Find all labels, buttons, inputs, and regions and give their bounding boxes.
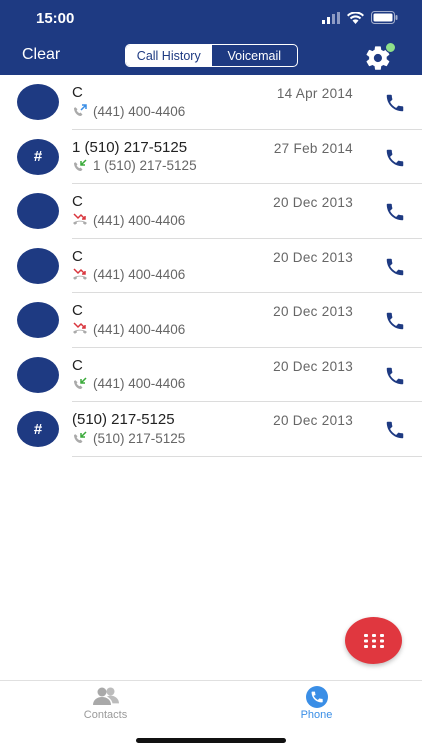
contact-name: C [72,84,83,101]
app-header: 15:00 Clear Call History Voicemail [0,0,422,75]
wifi-icon [347,11,364,24]
incoming-call-icon [74,158,87,171]
incoming-call-icon [74,376,87,389]
call-date: 20 Dec 2013 [273,413,353,428]
phone-number: (441) 400-4406 [93,321,186,337]
status-time: 15:00 [36,10,75,27]
call-date: 20 Dec 2013 [273,358,353,374]
phone-icon[interactable] [384,256,406,278]
call-detail: (441) 400-4406 [72,211,185,229]
phone-icon[interactable] [384,365,406,387]
avatar: # [17,138,59,175]
missed-call-icon [73,322,87,334]
contact-name: 1 (510) 217-5125 [72,138,188,156]
dialpad-icon [363,633,384,648]
phone-number: (510) 217-5125 [93,430,186,446]
phone-number: (441) 400-4406 [93,212,186,228]
phone-number: 1 (510) 217-5125 [93,158,197,173]
phone-icon[interactable] [384,92,406,114]
call-row[interactable]: C (441) 400-4406 20 Dec 2013 [0,184,422,239]
call-row[interactable]: C (441) 400-4406 20 Dec 2013 [0,293,422,348]
settings-button[interactable] [364,42,396,70]
phone-number: (441) 400-4406 [93,103,186,119]
call-detail: 1 (510) 217-5125 [72,157,197,175]
missed-call-icon [73,213,87,225]
dialpad-button[interactable] [345,617,402,664]
phone-icon[interactable] [384,147,406,169]
avatar [17,193,59,229]
phone-icon[interactable] [384,310,406,332]
call-detail: (441) 400-4406 [72,375,185,393]
tab-label: Contacts [83,709,128,721]
clear-button[interactable]: Clear [22,46,60,64]
status-icons [322,11,398,24]
phone-icon[interactable] [384,419,406,441]
call-detail: (441) 400-4406 [72,102,185,120]
divider [72,455,422,457]
avatar [17,302,59,338]
contact-name: C [72,302,83,319]
missed-call-icon [73,267,87,280]
notification-dot [385,42,396,53]
phone-icon [305,686,328,708]
outgoing-call-icon [74,104,87,116]
contact-name: (510) 217-5125 [72,411,175,428]
home-indicator [136,738,286,743]
call-detail: (510) 217-5125 [72,429,185,447]
call-row[interactable]: C (441) 400-4406 20 Dec 2013 [0,239,422,293]
nav-bar: Clear Call History Voicemail [0,38,422,75]
call-detail: (441) 400-4406 [72,320,185,338]
call-date: 20 Dec 2013 [273,195,353,210]
signal-icon [322,11,340,24]
battery-icon [371,11,398,24]
call-row[interactable]: C (441) 400-4406 20 Dec 2013 [0,348,422,402]
tab-label: Phone [300,709,333,721]
call-date: 14 Apr 2014 [276,86,353,101]
call-detail: (441) 400-4406 [72,266,185,284]
incoming-call-icon [74,431,87,443]
contact-name: C [72,356,83,374]
avatar [17,247,59,284]
phone-number: (441) 400-4406 [93,376,186,391]
call-row[interactable]: # 1 (510) 217-5125 1 (510) 217-5125 27 F… [0,130,422,184]
segmented-control: Call History Voicemail [125,44,298,67]
call-date: 20 Dec 2013 [273,304,353,319]
tab-voicemail[interactable]: Voicemail [212,45,298,66]
call-row[interactable]: # (510) 217-5125 (510) 217-5125 20 Dec 2… [0,402,422,457]
contact-name: C [72,247,83,265]
call-row[interactable]: C (441) 400-4406 14 Apr 2014 [0,75,422,130]
status-bar: 15:00 [0,0,422,38]
phone-icon[interactable] [384,201,406,223]
tab-call-history[interactable]: Call History [126,45,212,66]
tab-phone[interactable]: Phone [211,681,422,731]
avatar [17,84,59,120]
call-date: 20 Dec 2013 [273,249,353,265]
avatar [17,356,59,393]
call-history-list: C (441) 400-4406 14 Apr 2014 # 1 (510) 2… [0,75,422,457]
contact-name: C [72,193,83,210]
avatar: # [17,411,59,447]
phone-number: (441) 400-4406 [93,267,186,282]
contacts-icon [92,687,119,705]
call-date: 27 Feb 2014 [273,140,353,156]
tab-contacts[interactable]: Contacts [0,681,211,731]
